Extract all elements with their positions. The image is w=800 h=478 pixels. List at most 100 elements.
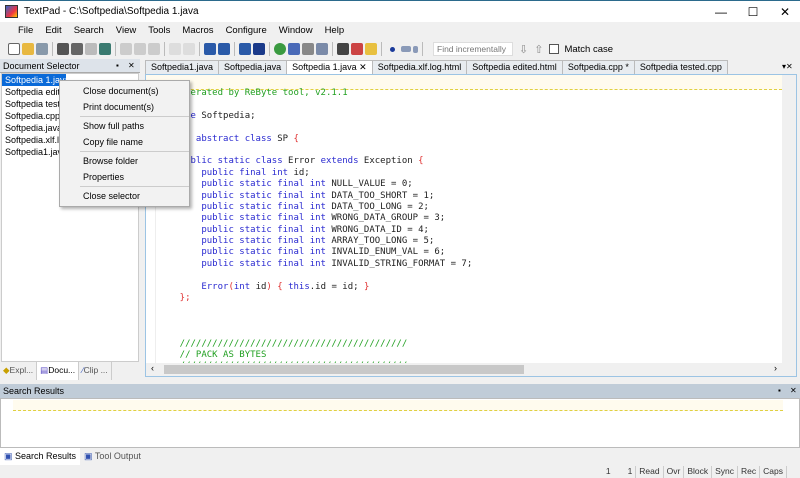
web-browser-icon[interactable] xyxy=(274,43,286,55)
editor-tab[interactable]: Softpedia.cpp * xyxy=(561,60,635,74)
replace-icon[interactable] xyxy=(351,43,363,55)
toolbar: Find incrementally ⇩ ⇧ Match case xyxy=(0,39,800,59)
new-file-icon[interactable] xyxy=(8,43,20,55)
code-text[interactable]: // Generated by ReByte tool, v2.1.1 packa… xyxy=(158,88,472,373)
editor-tab-active[interactable]: Softpedia 1.java ✕ xyxy=(286,60,373,74)
search-results-title: Search Results xyxy=(3,386,65,396)
sort-icon[interactable] xyxy=(302,43,314,55)
bottom-panel-tabs: ▣ Search Results ▣ Tool Output xyxy=(0,448,800,465)
word-wrap-icon[interactable] xyxy=(239,43,251,55)
menu-tools[interactable]: Tools xyxy=(142,22,176,39)
compare-icon[interactable] xyxy=(316,43,328,55)
cut-icon[interactable] xyxy=(120,43,132,55)
code-token: ARRAY_TOO_LONG = 5; xyxy=(331,236,435,247)
find-previous-button[interactable]: ⇧ xyxy=(534,43,543,56)
resize-grip[interactable] xyxy=(786,466,800,478)
manage-files-icon[interactable] xyxy=(99,43,111,55)
editor-tab[interactable]: Softpedia.xlf.log.html xyxy=(371,60,468,74)
scroll-left-icon[interactable]: ‹ xyxy=(151,363,154,373)
find-in-files-icon[interactable] xyxy=(365,43,377,55)
code-token: INVALID_STRING_FORMAT = 7; xyxy=(331,258,473,269)
indent-icon[interactable] xyxy=(204,43,216,55)
menu-item-close-documents[interactable]: Close document(s) xyxy=(60,83,189,99)
code-token: int xyxy=(233,281,256,292)
code-line: public static final int ARRAY_TOO_LONG =… xyxy=(158,236,472,247)
tab-search-results[interactable]: ▣ Search Results xyxy=(0,448,81,465)
code-token: Exception xyxy=(363,156,419,167)
close-panel-icon[interactable]: ✕ xyxy=(790,386,797,395)
menu-item-properties[interactable]: Properties xyxy=(60,169,189,185)
print-preview-icon[interactable] xyxy=(85,43,97,55)
paste-icon[interactable] xyxy=(148,43,160,55)
close-window-button[interactable]: ✕ xyxy=(770,3,800,21)
menu-help[interactable]: Help xyxy=(319,22,351,39)
status-column: 1 xyxy=(627,466,633,476)
code-editor[interactable]: // Generated by ReByte tool, v2.1.1 packa… xyxy=(145,74,797,377)
maximize-button[interactable]: ☐ xyxy=(738,3,768,21)
menu-item-show-full-paths[interactable]: Show full paths xyxy=(60,118,189,134)
menu-view[interactable]: View xyxy=(110,22,142,39)
menu-item-browse-folder[interactable]: Browse folder xyxy=(60,153,189,169)
editor-tab[interactable]: Softpedia tested.cpp xyxy=(633,60,728,74)
menu-item-close-selector[interactable]: Close selector xyxy=(60,188,189,204)
tab-clip-library[interactable]: ⁄Clip ... xyxy=(79,362,112,380)
vertical-scrollbar[interactable] xyxy=(782,75,796,363)
code-line: public static final int DATA_TOO_LONG = … xyxy=(158,202,472,213)
horizontal-scrollbar[interactable]: ‹ › xyxy=(146,363,796,376)
scrollbar-thumb[interactable] xyxy=(164,365,524,374)
tab-tool-output[interactable]: ▣ Tool Output xyxy=(80,448,145,465)
redo-icon[interactable] xyxy=(183,43,195,55)
code-token: NULL_VALUE = 0; xyxy=(331,179,413,190)
search-results-pane[interactable] xyxy=(0,398,800,448)
menu-search[interactable]: Search xyxy=(68,22,110,39)
menu-edit[interactable]: Edit xyxy=(39,22,67,39)
find-incrementally-input[interactable]: Find incrementally xyxy=(433,42,513,56)
pilcrow-icon[interactable] xyxy=(253,43,265,55)
menu-separator xyxy=(80,151,189,152)
code-token: { xyxy=(293,133,299,144)
find-icon[interactable] xyxy=(337,43,349,55)
unindent-icon[interactable] xyxy=(218,43,230,55)
tab-list-icon[interactable]: ▾✕ xyxy=(782,62,793,71)
tab-explorer[interactable]: ◆Expl... xyxy=(0,362,38,380)
find-next-button[interactable]: ⇩ xyxy=(519,43,528,56)
menu-file[interactable]: File xyxy=(12,22,39,39)
menu-bar: File Edit Search View Tools Macros Confi… xyxy=(0,22,800,39)
tab-document-selector[interactable]: ▤Docu... xyxy=(37,362,80,380)
textpad-app-icon xyxy=(5,5,18,18)
menu-configure[interactable]: Configure xyxy=(220,22,273,39)
editor-tab[interactable]: Softpedia1.java xyxy=(145,60,220,74)
code-line: public static final int WRONG_DATA_ID = … xyxy=(158,225,472,236)
spell-check-icon[interactable] xyxy=(288,43,300,55)
copy-icon[interactable] xyxy=(134,43,146,55)
save-icon[interactable] xyxy=(36,43,48,55)
code-line: public static class Error extends Except… xyxy=(158,156,472,167)
match-case-checkbox[interactable] xyxy=(549,44,560,54)
menu-window[interactable]: Window xyxy=(273,22,319,39)
pin-icon[interactable]: ▪ xyxy=(778,386,781,395)
close-panel-icon[interactable]: ✕ xyxy=(128,61,135,70)
play-macro-icon[interactable] xyxy=(413,45,418,53)
menu-item-copy-file-name[interactable]: Copy file name xyxy=(60,134,189,150)
save-all-icon[interactable] xyxy=(57,43,69,55)
editor-tab[interactable]: Softpedia.java xyxy=(218,60,288,74)
code-token: Error xyxy=(158,281,229,292)
pause-macro-icon[interactable] xyxy=(401,46,411,52)
document-item[interactable]: Softpedia 1.java xyxy=(2,74,66,86)
code-token: public static final int xyxy=(158,258,332,269)
menu-macros[interactable]: Macros xyxy=(176,22,219,39)
scroll-right-icon[interactable]: › xyxy=(774,363,777,373)
menu-item-print-documents[interactable]: Print document(s) xyxy=(60,99,189,115)
close-tab-icon[interactable]: ✕ xyxy=(359,62,367,72)
print-icon[interactable] xyxy=(71,43,83,55)
record-macro-icon[interactable] xyxy=(390,46,395,52)
undo-icon[interactable] xyxy=(169,43,181,55)
open-file-icon[interactable] xyxy=(22,43,34,55)
editor-tab[interactable]: Softpedia edited.html xyxy=(466,60,563,74)
minimize-button[interactable]: — xyxy=(706,3,736,21)
code-token: id xyxy=(255,281,267,292)
pin-icon[interactable]: ▪ xyxy=(116,61,119,70)
